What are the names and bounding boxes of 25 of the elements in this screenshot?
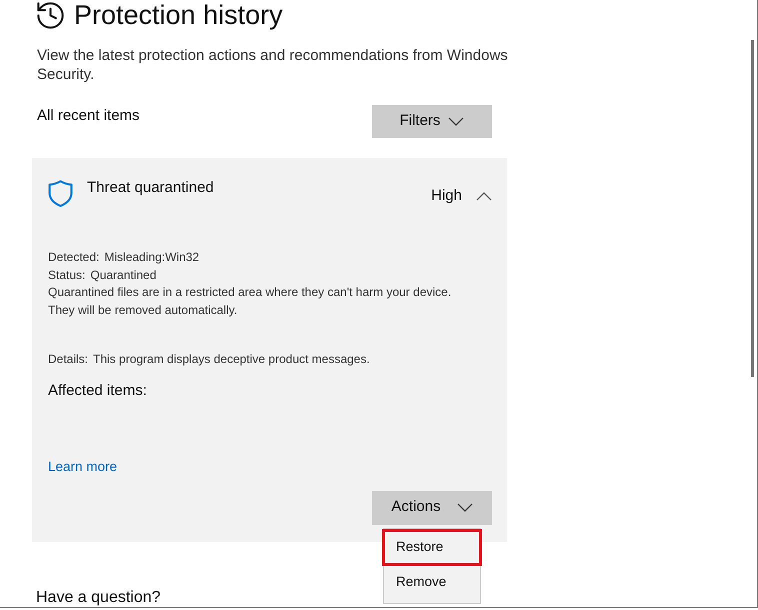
field-label: Status: bbox=[48, 266, 86, 284]
scrollbar-thumb[interactable] bbox=[751, 40, 754, 377]
field-value: Quarantined bbox=[90, 266, 156, 284]
learn-more-link[interactable]: Learn more bbox=[48, 458, 118, 474]
list-heading: All recent items bbox=[37, 106, 140, 126]
details-value: This program displays deceptive product messages. bbox=[93, 351, 370, 368]
page-title: Protection history bbox=[74, 0, 283, 32]
field-value: Misleading:Win32 bbox=[104, 249, 200, 266]
chevron-down-icon bbox=[448, 117, 464, 126]
field-label: Detected: bbox=[48, 249, 100, 266]
filters-button[interactable]: Filters bbox=[372, 105, 492, 138]
actions-button[interactable]: Actions bbox=[372, 490, 492, 524]
page-description: View the latest protection actions and recommendations from Windows Security. bbox=[37, 46, 509, 84]
threat-title: Threat quarantined bbox=[87, 178, 214, 198]
shield-icon bbox=[48, 180, 73, 207]
menu-item[interactable]: Restore bbox=[382, 528, 482, 566]
question-heading: Have a question? bbox=[36, 588, 161, 606]
affected-items-heading: Affected items: bbox=[48, 380, 147, 400]
severity-label: High bbox=[431, 186, 462, 206]
chevron-up-icon[interactable] bbox=[476, 192, 492, 200]
menu-item[interactable]: Remove bbox=[384, 566, 480, 600]
quarantine-note: Quarantined files are in a restricted area where they can't harm your device. They will be removed automatically. bbox=[48, 284, 452, 318]
history-clock-icon bbox=[37, 2, 64, 28]
details-label: Details: bbox=[48, 351, 88, 368]
chevron-down-icon bbox=[456, 503, 473, 512]
